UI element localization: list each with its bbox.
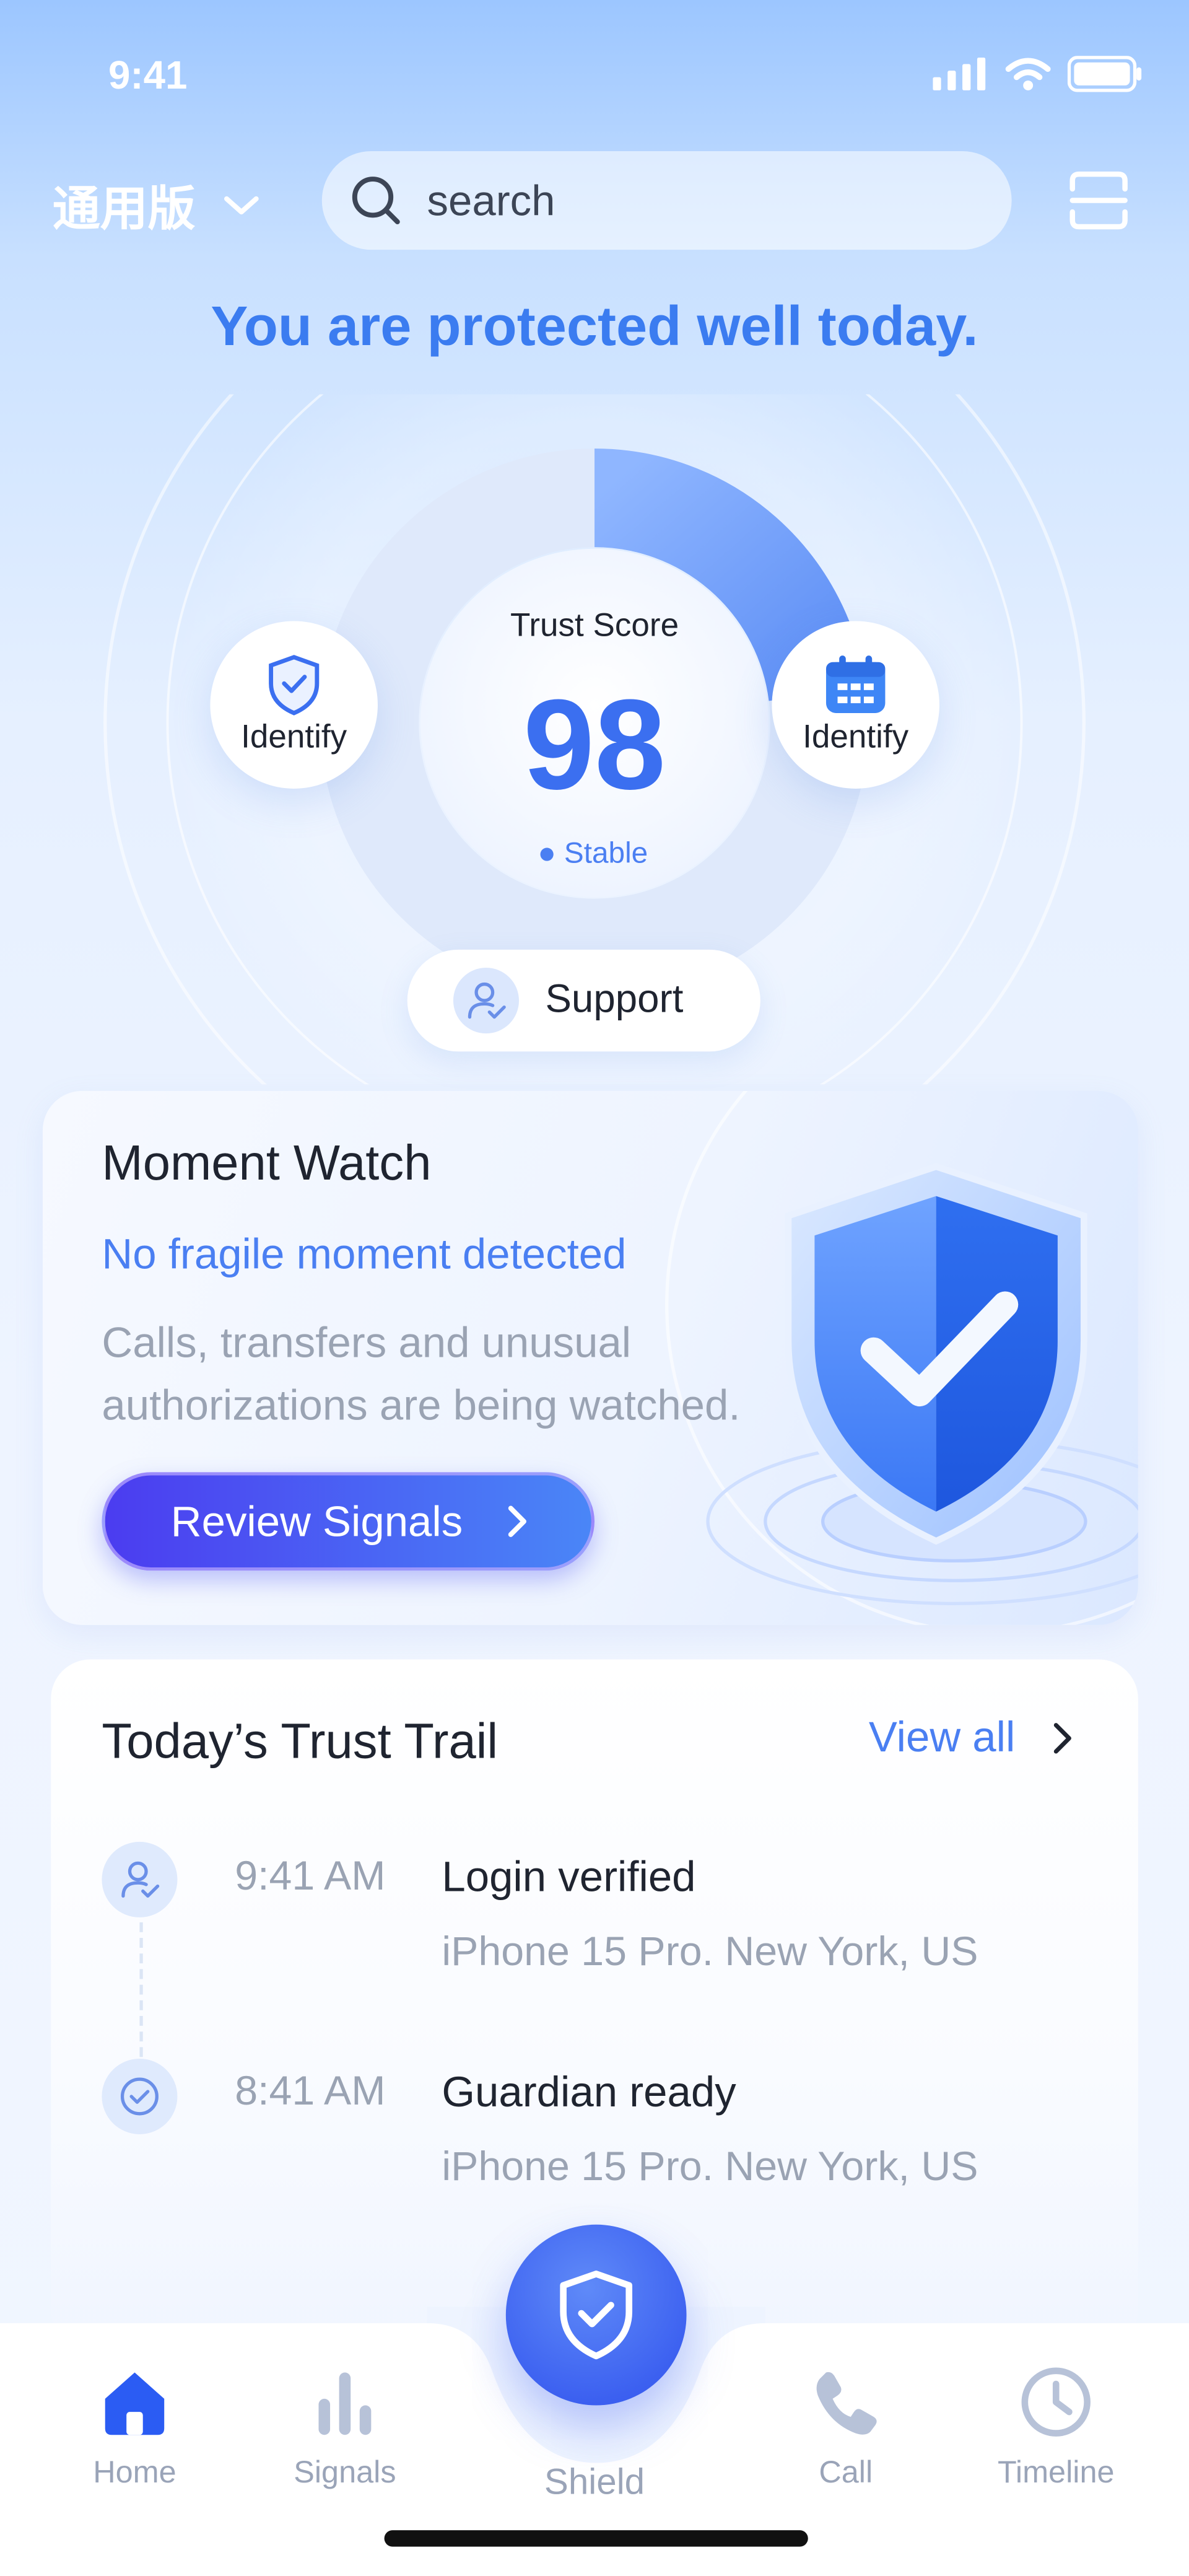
search-placeholder: search (427, 175, 555, 224)
trail-row-subtitle: iPhone 15 Pro. New York, US (442, 1929, 978, 1975)
clock-icon (1021, 2367, 1091, 2437)
search-bar[interactable]: search (321, 151, 1012, 250)
moment-description-line2: authorizations are being watched. (102, 1380, 741, 1430)
trail-row-subtitle: iPhone 15 Pro. New York, US (442, 2144, 978, 2191)
nav-call[interactable]: Call (764, 2366, 928, 2492)
home-icon (105, 2372, 165, 2435)
nav-signals[interactable]: Signals (263, 2366, 427, 2492)
review-signals-label: Review Signals (170, 1496, 463, 1546)
identify-right-label: Identify (803, 719, 909, 755)
moment-watch-card: Moment Watch No fragile moment detected … (42, 1090, 1138, 1625)
user-check-icon (468, 982, 506, 1019)
chevron-right-icon (508, 1505, 526, 1537)
battery-icon (1067, 56, 1142, 92)
trust-state: Stable (0, 836, 1189, 871)
timeline-connector (139, 1922, 143, 2057)
protection-headline: You are protected well today. (211, 296, 978, 359)
edition-selector[interactable]: 通用版 (53, 171, 261, 240)
signal-icon (933, 57, 986, 90)
shield-check-icon (269, 654, 320, 715)
wifi-icon (1005, 58, 1051, 90)
trail-row-time: 9:41 AM (235, 1853, 386, 1899)
nav-timeline-label: Timeline (997, 2456, 1115, 2491)
identify-left-button[interactable]: Identify (210, 621, 378, 789)
view-all-link[interactable]: View all (869, 1712, 1074, 1763)
shield-check-icon (560, 2271, 633, 2360)
shield-illustration (785, 1163, 1087, 1545)
trail-row-title: Guardian ready (442, 2067, 736, 2116)
trail-title: Today’s Trust Trail (102, 1715, 499, 1770)
home-indicator (384, 2530, 808, 2547)
moment-status: No fragile moment detected (102, 1229, 627, 1279)
identify-right-button[interactable]: Identify (772, 621, 939, 789)
review-signals-button[interactable]: Review Signals (102, 1472, 595, 1571)
chevron-down-icon (224, 196, 259, 215)
moment-description-line1: Calls, transfers and unusual (102, 1317, 632, 1367)
trail-row-icon (102, 2058, 178, 2134)
view-all-label: View all (868, 1712, 1016, 1761)
state-dot (541, 848, 554, 862)
scan-icon (1069, 171, 1128, 230)
support-label: Support (545, 977, 684, 1022)
nav-home[interactable]: Home (53, 2366, 217, 2492)
nav-shield[interactable]: Shield (512, 2451, 676, 2504)
user-check-icon (121, 1861, 160, 1898)
trust-score-label: Trust Score (510, 608, 679, 644)
scan-button[interactable] (1068, 169, 1130, 240)
trail-row-title: Login verified (442, 1851, 696, 1901)
trail-row-icon (102, 1841, 178, 1917)
status-time: 9:41 (108, 54, 188, 99)
nav-shield-label: Shield (544, 2461, 645, 2502)
nav-home-label: Home (93, 2456, 176, 2491)
moment-title: Moment Watch (102, 1137, 432, 1191)
chevron-right-icon (1054, 1722, 1072, 1753)
nav-timeline[interactable]: Timeline (974, 2366, 1138, 2492)
shield-fab-button[interactable] (505, 2224, 687, 2406)
support-avatar (453, 968, 520, 1034)
trail-row[interactable] (102, 1841, 178, 1917)
check-circle-icon (120, 2077, 159, 2116)
search-icon (352, 177, 400, 224)
nav-call-label: Call (819, 2456, 873, 2491)
nav-signals-label: Signals (294, 2456, 396, 2491)
status-icons (933, 56, 1143, 92)
edition-label: 通用版 (52, 184, 196, 237)
app-screen: 9:41 通用版 search You are protected well t… (0, 0, 1189, 2576)
support-button[interactable]: Support (407, 949, 760, 1052)
trust-score-value: 98 (523, 672, 666, 817)
bar-chart-icon (318, 2372, 372, 2435)
trail-row-time: 8:41 AM (235, 2068, 386, 2115)
trail-row[interactable] (102, 2058, 178, 2134)
trust-state-label: Stable (564, 836, 648, 869)
phone-icon (816, 2372, 877, 2435)
identify-left-label: Identify (241, 719, 347, 755)
calendar-icon (825, 654, 886, 712)
